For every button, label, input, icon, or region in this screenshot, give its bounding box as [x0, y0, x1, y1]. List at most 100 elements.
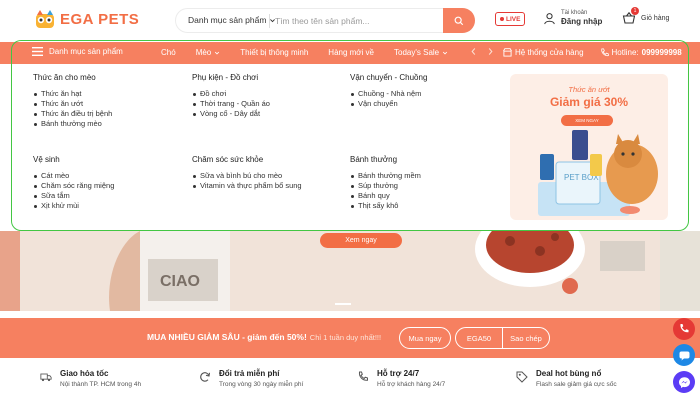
copy-coupon-button[interactable]: Sao chép: [502, 328, 549, 348]
feature-subtitle: Trong vòng 30 ngày miễn phí: [219, 381, 304, 388]
menu-column-banh-thuong: Bánh thưởng Bánh thưởng mềm Súp thưởng B…: [350, 155, 421, 211]
menu-link[interactable]: Thời trang - Quần áo: [192, 99, 270, 109]
truck-icon: [40, 373, 52, 382]
menu-link[interactable]: Sữa và bình bú cho mèo: [192, 171, 302, 181]
nav-item-todays-sale[interactable]: Today's Sale: [394, 48, 448, 57]
messenger-icon: [678, 376, 690, 388]
chevron-down-icon: [443, 51, 448, 54]
paw-logo-icon: [36, 10, 54, 28]
menu-link[interactable]: Xịt khử mùi: [33, 201, 114, 211]
nav-item-thiet-bi[interactable]: Thiết bị thông minh: [240, 48, 308, 57]
call-float-button[interactable]: [673, 318, 695, 340]
search-input[interactable]: [275, 12, 415, 30]
live-label: LIVE: [506, 15, 521, 23]
menu-link[interactable]: Sữa tắm: [33, 191, 114, 201]
feature-title: Deal hot bùng nổ: [536, 369, 602, 378]
nav-item-label: Thiết bị thông minh: [240, 48, 309, 57]
feature-subtitle: Flash sale giảm giá cực sốc: [536, 381, 617, 388]
chevron-left-icon[interactable]: [470, 47, 477, 56]
menu-column-title[interactable]: Vệ sinh: [33, 155, 114, 164]
refresh-icon: [200, 372, 211, 382]
login-label: Đăng nhập: [561, 17, 603, 26]
phone-support-icon: [358, 371, 368, 381]
category-menu-label: Danh mục sản phẩm: [49, 47, 123, 56]
tag-icon: [516, 371, 528, 383]
live-badge[interactable]: LIVE: [495, 12, 526, 26]
promo-note: Chỉ 1 tuần duy nhất!!!: [309, 333, 382, 342]
hotline-number: 099999998: [641, 48, 682, 57]
feature-item: Giao hỏa tốc Nội thành TP. HCM trong 4h: [40, 369, 141, 388]
menu-link[interactable]: Bánh thưởng mềm: [350, 171, 421, 181]
store-system-label: Hệ thống cửa hàng: [515, 48, 584, 57]
menu-column-title[interactable]: Vận chuyển - Chuồng: [350, 73, 427, 82]
live-dot-icon: [500, 17, 504, 21]
nav-item-meo[interactable]: Mèo: [196, 48, 221, 57]
feature-title: Hỗ trợ 24/7: [377, 369, 420, 378]
menu-column-ve-sinh: Vệ sinh Cát mèo Chăm sóc răng miệng Sữa …: [33, 155, 114, 211]
menu-link[interactable]: Súp thưởng: [350, 181, 421, 191]
promo-strip: MUA NHIỀU GIẢM SÂU - giảm đến 50%! Chỉ 1 …: [0, 318, 700, 358]
menu-link[interactable]: Thức ăn hạt: [33, 89, 112, 99]
menu-link[interactable]: Bánh thưởng mèo: [33, 119, 112, 129]
site-logo[interactable]: EGA PETS: [34, 8, 139, 30]
promo-headline: MUA NHIỀU GIẢM SÂU - giảm đến 50%!: [147, 332, 307, 342]
menu-link[interactable]: Chăm sóc răng miệng: [33, 181, 114, 191]
store-system-link[interactable]: Hệ thống cửa hàng: [503, 48, 584, 57]
hotline-link[interactable]: Hotline: 099999998: [600, 48, 682, 57]
features-row: Giao hỏa tốc Nội thành TP. HCM trong 4h …: [0, 363, 700, 409]
feature-item: Đổi trả miễn phí Trong vòng 30 ngày miễn…: [199, 369, 303, 388]
menu-column-thuc-an: Thức ăn cho mèo Thức ăn hạt Thức ăn ướt …: [33, 73, 112, 129]
menu-link[interactable]: Chuồng - Nhà nệm: [350, 89, 427, 99]
phone-icon: [600, 48, 609, 57]
menu-link[interactable]: Thức ăn điều trị bệnh: [33, 109, 112, 119]
menu-column-title[interactable]: Thức ăn cho mèo: [33, 73, 112, 82]
menu-promo-banner[interactable]: Thức ăn ướt Giảm giá 30% XEM NGAY PET BO…: [510, 74, 668, 220]
nav-item-label: Chó: [161, 48, 176, 57]
search-divider: [269, 14, 270, 28]
zalo-float-button[interactable]: [673, 344, 695, 366]
feature-title: Đổi trả miễn phí: [219, 369, 280, 378]
buy-now-button[interactable]: Mua ngay: [399, 327, 451, 349]
messenger-float-button[interactable]: [673, 371, 695, 393]
nav-item-label: Today's Sale: [394, 48, 440, 57]
promo-product-image: PET BOX: [538, 130, 658, 216]
menu-column-title[interactable]: Chăm sóc sức khỏe: [192, 155, 302, 164]
menu-column-title[interactable]: Phụ kiện - Đồ chơi: [192, 73, 270, 82]
coupon-box: EGA50 Sao chép: [455, 327, 550, 349]
cart-count-badge: 1: [631, 7, 639, 15]
nav-item-hang-moi[interactable]: Hàng mới về: [328, 48, 374, 57]
hero-cta-button[interactable]: Xem ngay: [320, 233, 402, 248]
search-category-select[interactable]: Danh mục sản phẩm: [188, 15, 276, 25]
hotline-label: Hotline:: [611, 48, 639, 57]
menu-link[interactable]: Vận chuyển: [350, 99, 427, 109]
feature-subtitle: Nội thành TP. HCM trong 4h: [60, 381, 142, 388]
menu-column-van-chuyen: Vận chuyển - Chuồng Chuồng - Nhà nệm Vận…: [350, 73, 427, 109]
feature-item: Hỗ trợ 24/7 Hỗ trợ khách hàng 24/7: [357, 369, 445, 388]
store-icon: [503, 48, 512, 57]
nav-item-cho[interactable]: Chó: [161, 48, 176, 57]
hero-banner[interactable]: CIAO Xem ngay: [0, 231, 700, 311]
menu-column-title[interactable]: Bánh thưởng: [350, 155, 421, 164]
nav-item-label: Hàng mới về: [328, 48, 375, 57]
account-caption: Tài khoản: [561, 10, 588, 16]
feature-subtitle: Hỗ trợ khách hàng 24/7: [377, 381, 446, 388]
account-link[interactable]: Tài khoản Đăng nhập: [543, 10, 602, 26]
menu-link[interactable]: Vitamin và thực phẩm bổ sung: [192, 181, 302, 191]
user-icon: [544, 12, 555, 24]
search-button[interactable]: [443, 8, 475, 33]
menu-column-phu-kien: Phụ kiện - Đồ chơi Đồ chơi Thời trang - …: [192, 73, 270, 119]
site-header: EGA PETS Danh mục sản phẩm LIVE Tài khoả…: [0, 0, 700, 42]
chevron-right-icon[interactable]: [487, 47, 494, 56]
menu-link[interactable]: Thức ăn ướt: [33, 99, 112, 109]
category-menu-toggle[interactable]: Danh mục sản phẩm: [32, 47, 123, 56]
menu-link[interactable]: Bánh quy: [350, 191, 421, 201]
menu-link[interactable]: Vòng cổ - Dây dắt: [192, 109, 270, 119]
cart-link[interactable]: 1 Giỏ hàng: [622, 7, 669, 25]
carousel-indicator[interactable]: [335, 303, 351, 305]
zalo-icon: [679, 351, 689, 360]
menu-column-suc-khoe: Chăm sóc sức khỏe Sữa và bình bú cho mèo…: [192, 155, 302, 191]
menu-link[interactable]: Thịt sấy khô: [350, 201, 421, 211]
phone-icon: [680, 324, 689, 333]
menu-link[interactable]: Cát mèo: [33, 171, 114, 181]
menu-link[interactable]: Đồ chơi: [192, 89, 270, 99]
